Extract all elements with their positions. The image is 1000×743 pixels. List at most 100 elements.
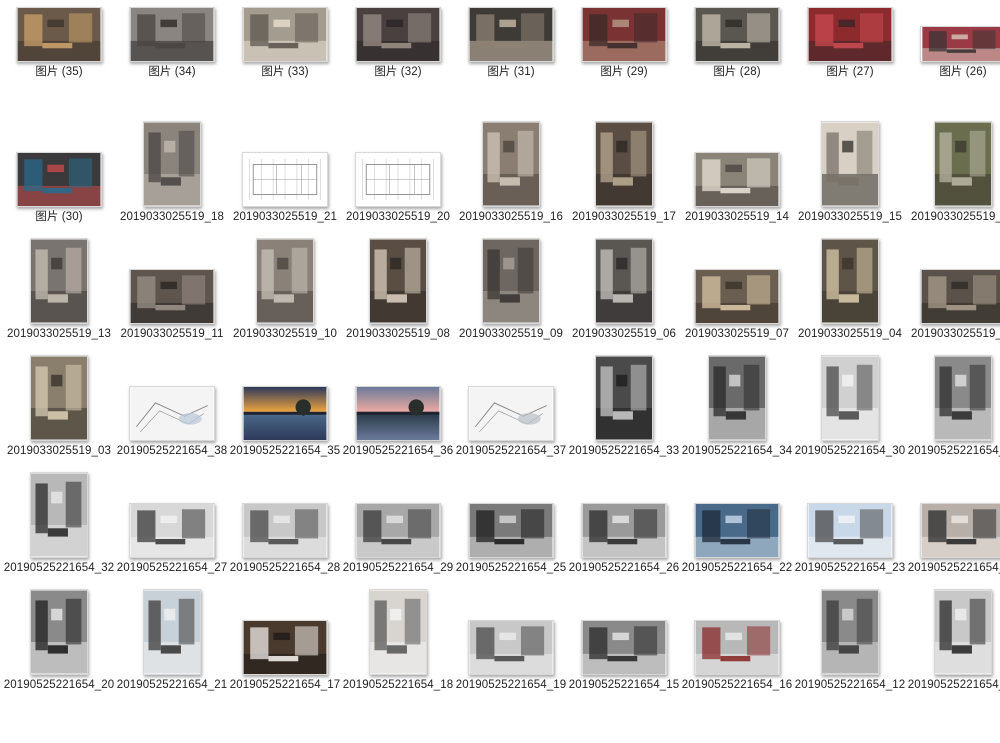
file-item[interactable]: 图片 (26) <box>907 0 1000 120</box>
thumbnail-image <box>920 269 1000 324</box>
file-item[interactable]: 2019033025519_04 <box>794 234 906 354</box>
file-item[interactable]: 2019033025519_11 <box>116 234 228 354</box>
file-item[interactable]: 图片 (31) <box>455 0 567 120</box>
thumbnail-image <box>30 238 88 324</box>
thumbnail-image <box>482 238 540 324</box>
thumbnail-frame <box>3 234 115 324</box>
file-item[interactable]: 20190525221654_38 <box>116 351 228 471</box>
file-name-label: 20190525221654_13 <box>907 679 1000 691</box>
file-item[interactable]: 20190525221654_22 <box>681 468 793 588</box>
file-name-label: 2019033025519_09 <box>459 328 563 340</box>
file-item[interactable]: 20190525221654_19 <box>455 585 567 705</box>
thumbnail-frame <box>681 234 793 324</box>
file-item[interactable]: 20190525221654_30 <box>794 351 906 471</box>
file-item[interactable]: 2019033025519_18 <box>116 117 228 237</box>
file-name-label: 20190525221654_15 <box>568 679 680 691</box>
file-item[interactable]: 20190525221654_18 <box>342 585 454 705</box>
thumbnail-image <box>129 386 215 441</box>
file-item[interactable]: 20190525221654_31 <box>907 351 1000 471</box>
file-item[interactable]: 20190525221654_25 <box>455 468 567 588</box>
file-item[interactable]: 20190525221654_24 <box>907 468 1000 588</box>
file-item[interactable]: 2019033025519_20 <box>342 117 454 237</box>
thumbnail-frame <box>229 468 341 558</box>
file-item[interactable]: 2019033025519_09 <box>455 234 567 354</box>
file-item[interactable]: 20190525221654_32 <box>3 468 115 588</box>
thumbnail-frame <box>568 117 680 207</box>
file-item[interactable]: 图片 (32) <box>342 0 454 120</box>
file-item[interactable]: 图片 (33) <box>229 0 341 120</box>
thumbnail-frame <box>116 585 228 675</box>
file-item[interactable]: 20190525221654_12 <box>794 585 906 705</box>
thumbnail-image <box>143 589 201 675</box>
thumbnail-image <box>934 355 992 441</box>
thumbnail-frame <box>455 585 567 675</box>
file-name-label: 20190525221654_38 <box>116 445 228 457</box>
file-item[interactable]: 2019033025519_10 <box>229 234 341 354</box>
file-item[interactable]: 2019033025519_17 <box>568 117 680 237</box>
thumbnail-image <box>242 7 328 62</box>
file-name-label: 2019033025519_11 <box>120 328 224 340</box>
file-item[interactable]: 20190525221654_16 <box>681 585 793 705</box>
file-name-label: 2019033025519_07 <box>685 328 789 340</box>
thumbnail-image <box>369 589 427 675</box>
file-item[interactable]: 20190525221654_17 <box>229 585 341 705</box>
thumbnail-frame <box>229 234 341 324</box>
file-item[interactable]: 2019033025519_06 <box>568 234 680 354</box>
file-item[interactable]: 20190525221654_28 <box>229 468 341 588</box>
file-name-label: 图片 (31) <box>487 66 535 78</box>
file-item[interactable]: 2019033025519_03 <box>3 351 115 471</box>
file-item[interactable]: 2019033025519_13 <box>3 234 115 354</box>
file-item[interactable]: 图片 (29) <box>568 0 680 120</box>
file-name-label: 20190525221654_25 <box>455 562 567 574</box>
file-item[interactable]: 2019033025519_08 <box>342 234 454 354</box>
file-item[interactable]: 2019033025519_12 <box>907 117 1000 237</box>
file-item[interactable]: 20190525221654_33 <box>568 351 680 471</box>
file-item[interactable]: 20190525221654_36 <box>342 351 454 471</box>
file-name-label: 2019033025519_17 <box>572 211 676 223</box>
file-item[interactable]: 2019033025519_15 <box>794 117 906 237</box>
thumbnail-image <box>355 7 441 62</box>
file-item[interactable]: 20190525221654_21 <box>116 585 228 705</box>
file-name-label: 20190525221654_16 <box>681 679 793 691</box>
file-item[interactable]: 20190525221654_26 <box>568 468 680 588</box>
file-item[interactable]: 20190525221654_13 <box>907 585 1000 705</box>
thumbnail-image <box>468 620 554 675</box>
thumbnail-image <box>355 503 441 558</box>
file-item[interactable]: 图片 (35) <box>3 0 115 120</box>
file-name-label: 20190525221654_28 <box>229 562 341 574</box>
file-item[interactable]: 图片 (28) <box>681 0 793 120</box>
file-item[interactable]: 20190525221654_27 <box>116 468 228 588</box>
thumbnail-frame <box>681 117 793 207</box>
file-item[interactable]: 20190525221654_20 <box>3 585 115 705</box>
thumbnail-frame <box>3 0 115 62</box>
file-item[interactable]: 2019033025519_14 <box>681 117 793 237</box>
thumbnail-image <box>581 503 667 558</box>
file-name-label: 20190525221654_19 <box>455 679 567 691</box>
file-item[interactable]: 图片 (30) <box>3 117 115 237</box>
thumbnail-frame <box>681 0 793 62</box>
file-item[interactable]: 图片 (27) <box>794 0 906 120</box>
file-name-label: 2019033025519_20 <box>346 211 450 223</box>
file-item[interactable]: 2019033025519_07 <box>681 234 793 354</box>
file-item[interactable]: 2019033025519_21 <box>229 117 341 237</box>
thumbnail-image <box>581 620 667 675</box>
file-item[interactable]: 图片 (34) <box>116 0 228 120</box>
file-item[interactable]: 2019033025519_05 <box>907 234 1000 354</box>
thumbnail-frame <box>907 0 1000 62</box>
thumbnail-frame <box>342 585 454 675</box>
file-item[interactable]: 20190525221654_35 <box>229 351 341 471</box>
file-item[interactable]: 20190525221654_15 <box>568 585 680 705</box>
thumbnail-frame <box>342 0 454 62</box>
thumbnail-frame <box>342 468 454 558</box>
file-item[interactable]: 20190525221654_34 <box>681 351 793 471</box>
file-item[interactable]: 20190525221654_29 <box>342 468 454 588</box>
file-item[interactable]: 20190525221654_23 <box>794 468 906 588</box>
file-item[interactable]: 2019033025519_16 <box>455 117 567 237</box>
thumbnail-image <box>920 503 1000 558</box>
file-name-label: 图片 (26) <box>939 66 987 78</box>
thumbnail-image <box>482 121 540 207</box>
thumbnail-frame <box>794 351 906 441</box>
file-item[interactable]: 20190525221654_37 <box>455 351 567 471</box>
file-name-label: 2019033025519_18 <box>120 211 224 223</box>
thumbnail-image <box>694 269 780 324</box>
